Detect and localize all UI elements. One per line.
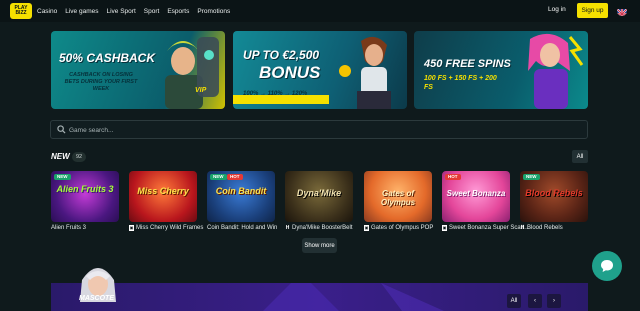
character-illustration xyxy=(339,36,391,109)
chat-icon xyxy=(601,260,613,272)
banner-subtitle: 100% → 110% → 120% xyxy=(243,91,308,97)
uk-flag-icon[interactable] xyxy=(617,6,627,16)
mascot-all-button[interactable]: All xyxy=(507,294,521,308)
hot-badge: HOT xyxy=(227,174,243,180)
game-tile-dyna-mike[interactable]: Dyna'Mike xyxy=(285,171,353,222)
game-art-title: Sweet Bonanza xyxy=(446,189,506,198)
vip-tag: VIP xyxy=(195,87,207,94)
provider-icon: H xyxy=(520,225,525,231)
promo-banner-free-spins[interactable]: 450 FREE SPINS 100 FS + 150 FS + 200 FS xyxy=(414,31,588,109)
game-tile-sweet-bonanza[interactable]: HOT Sweet Bonanza xyxy=(442,171,510,222)
game-name[interactable]: Alien Fruits 3 xyxy=(51,225,86,231)
nav-promotions[interactable]: Promotions xyxy=(197,8,230,15)
game-art-title: Alien Fruits 3 xyxy=(56,184,114,194)
mascot-title: MASCOTE xyxy=(79,295,114,302)
brand-logo[interactable]: PLAY BIZZ xyxy=(10,3,32,19)
chat-button[interactable] xyxy=(592,251,622,281)
new-all-button[interactable]: All xyxy=(572,150,588,163)
game-tile-coin-bandit[interactable]: NEW HOT Coin Bandit xyxy=(207,171,275,222)
main-nav: Casino Live games Live Sport Sport Espor… xyxy=(37,0,230,22)
game-name[interactable]: ▣ Miss Cherry Wild Frames xyxy=(129,225,203,231)
game-name-label: Gates of Olympus POP xyxy=(371,225,434,231)
next-arrow-icon[interactable]: › xyxy=(547,294,561,308)
provider-icon: H xyxy=(285,225,290,231)
banner-title: 450 FREE SPINS xyxy=(424,58,511,70)
nav-live-sport[interactable]: Live Sport xyxy=(106,8,135,15)
prev-arrow-icon[interactable]: ‹ xyxy=(528,294,542,308)
game-name-label: Coin Bandit: Hold and Win xyxy=(207,225,278,231)
game-tile-blood-rebels[interactable]: NEW Blood Rebels xyxy=(520,171,588,222)
provider-icon: ▣ xyxy=(364,225,369,231)
banner-subtitle: CASHBACK ON LOSING BETS DURING YOUR FIRS… xyxy=(64,72,138,92)
new-badge: NEW xyxy=(210,174,227,180)
game-name[interactable]: ▣ Sweet Bonanza Super Scatt… xyxy=(442,225,530,231)
game-name[interactable]: H Blood Rebels xyxy=(520,225,563,231)
game-name-label: Dyna'Mike BoosterBelt xyxy=(292,225,353,231)
promo-banner-cashback[interactable]: 50% CASHBACK CASHBACK ON LOSING BETS DUR… xyxy=(51,31,225,109)
banner-title-bonus: BONUS xyxy=(259,63,321,82)
top-header: PLAY BIZZ Casino Live games Live Sport S… xyxy=(0,0,640,22)
search-icon xyxy=(57,125,66,134)
game-name-label: Sweet Bonanza Super Scatt… xyxy=(449,225,531,231)
nav-sport[interactable]: Sport xyxy=(144,8,160,15)
provider-icon: ▣ xyxy=(442,225,447,231)
character-illustration xyxy=(165,37,219,109)
game-name-label: Miss Cherry Wild Frames xyxy=(136,225,204,231)
game-tile-miss-cherry[interactable]: Miss Cherry xyxy=(129,171,197,222)
game-art-title: Miss Cherry xyxy=(137,186,189,196)
nav-casino[interactable]: Casino xyxy=(37,8,57,15)
login-button[interactable]: Log in xyxy=(548,6,566,13)
game-name[interactable]: H Dyna'Mike BoosterBelt xyxy=(285,225,353,231)
banner-title: 50% CASHBACK xyxy=(59,51,156,65)
game-tile-gates-of-olympus[interactable]: Gates of Olympus xyxy=(364,171,432,222)
banner-title: UP TO €2,500 xyxy=(243,48,320,62)
game-art-title: Blood Rebels xyxy=(525,188,583,198)
game-art-title: Coin Bandit xyxy=(215,186,267,196)
new-badge: NEW xyxy=(54,174,71,180)
search-input[interactable] xyxy=(69,125,569,135)
game-art-title: Gates of Olympus xyxy=(380,189,416,207)
banner-subtitle: 100 FS + 150 FS + 200 FS xyxy=(424,75,497,91)
game-tile-alien-fruits-3[interactable]: NEW Alien Fruits 3 xyxy=(51,171,119,222)
hot-badge: HOT xyxy=(445,174,461,180)
game-name-label: Alien Fruits 3 xyxy=(51,225,87,231)
provider-icon: ▣ xyxy=(129,225,134,231)
game-name[interactable]: ▣ Gates of Olympus POP xyxy=(364,225,433,231)
new-count-badge: 92 xyxy=(72,152,87,162)
character-illustration xyxy=(528,33,584,109)
nav-esports[interactable]: Esports xyxy=(167,8,189,15)
game-name-label: Blood Rebels xyxy=(527,225,563,231)
game-search[interactable] xyxy=(50,120,588,139)
signup-button[interactable]: Sign up xyxy=(577,3,608,18)
nav-live-games[interactable]: Live games xyxy=(65,8,98,15)
game-name[interactable]: Coin Bandit: Hold and Win xyxy=(207,225,277,231)
game-art-title: Dyna'Mike xyxy=(296,188,342,198)
section-title-new: NEW xyxy=(51,152,70,161)
new-badge: NEW xyxy=(523,174,540,180)
promo-banner-bonus[interactable]: UP TO €2,500 BONUS 100% → 110% → 120% xyxy=(233,31,407,109)
show-more-button[interactable]: Show more xyxy=(302,238,337,253)
